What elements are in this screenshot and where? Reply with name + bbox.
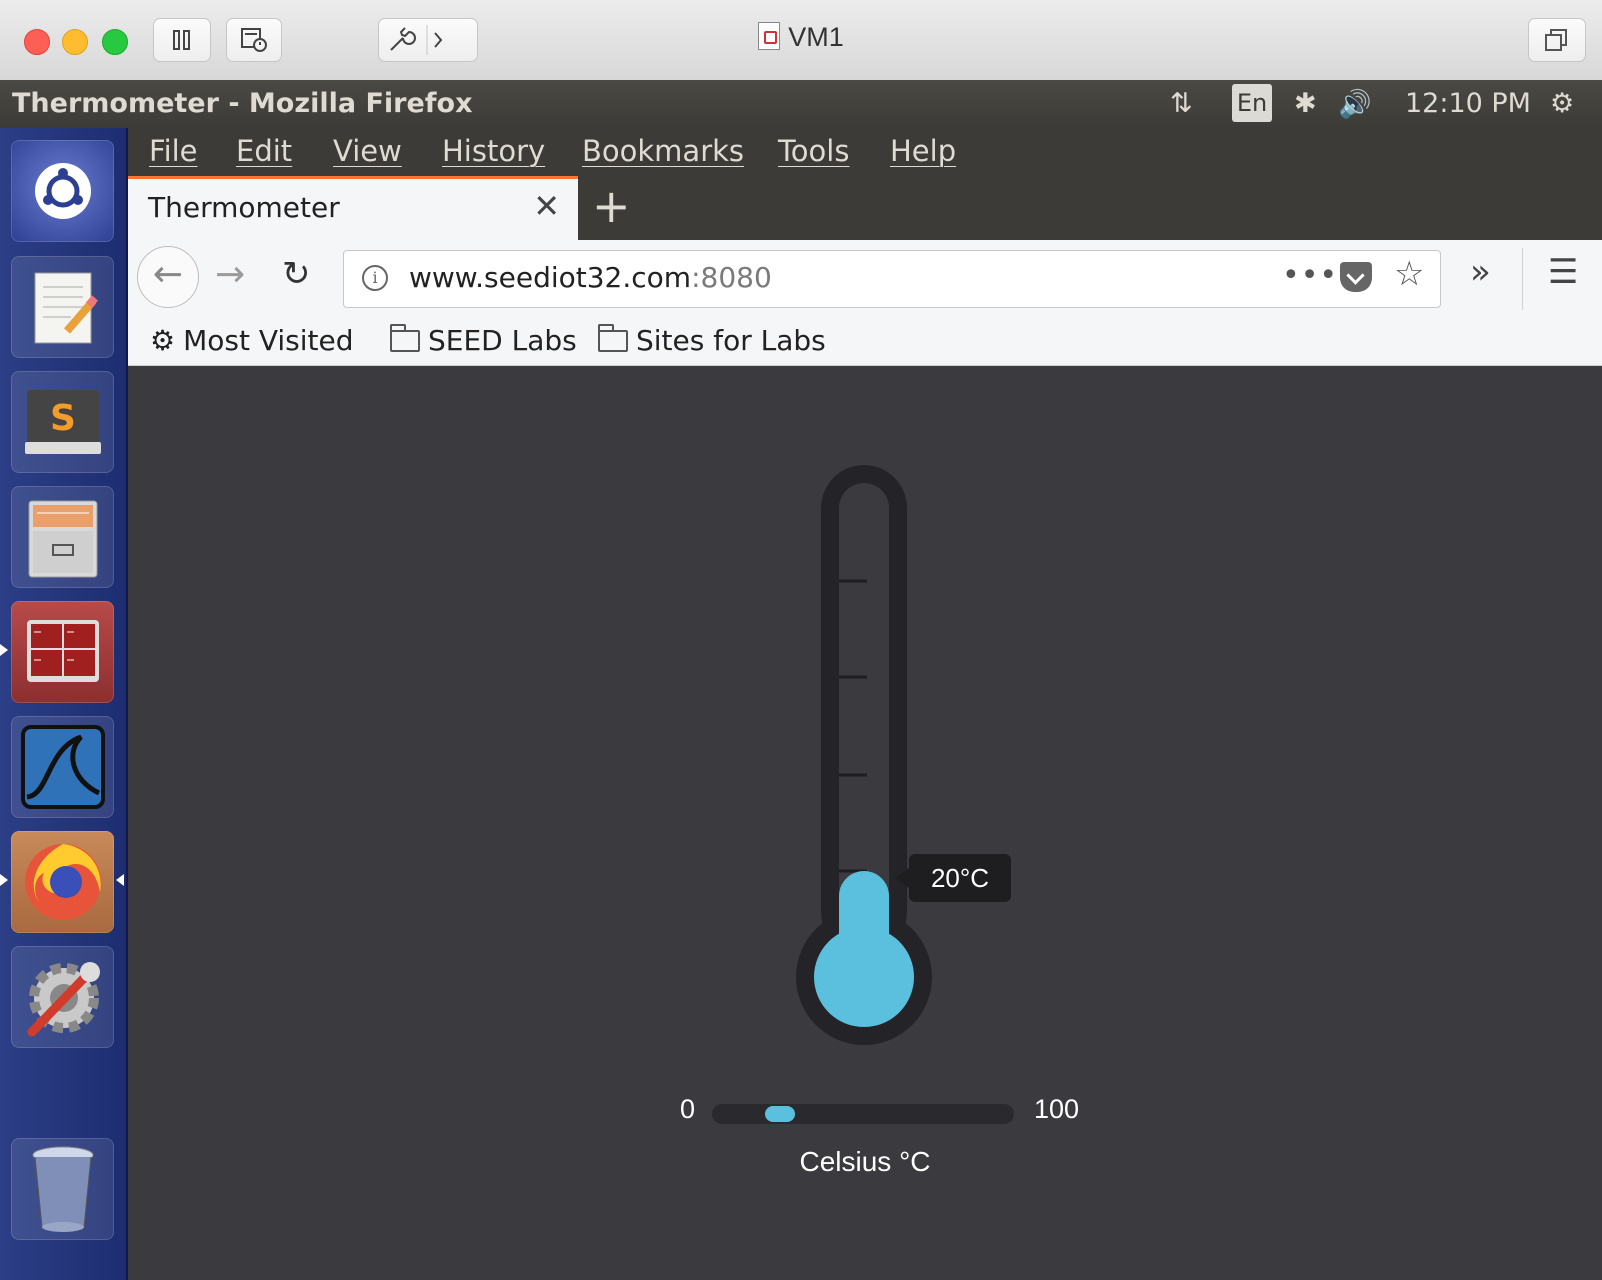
firefox-icon (24, 844, 101, 920)
bookmark-label: Most Visited (183, 324, 354, 357)
text-editor-icon (34, 272, 98, 344)
pocket-icon[interactable] (1340, 262, 1372, 292)
slider-min-label: 0 (680, 1094, 696, 1124)
menu-edit[interactable]: Edit (236, 134, 292, 168)
menu-history[interactable]: History (442, 134, 545, 168)
gear-icon: ⚙ (150, 324, 176, 357)
network-icon[interactable]: ⇅ (1170, 88, 1193, 119)
tab-title: Thermometer (148, 191, 340, 224)
bluetooth-icon[interactable]: ✱ (1294, 88, 1317, 119)
focused-indicator (116, 874, 124, 886)
bookmark-most-visited[interactable]: ⚙ Most Visited (150, 324, 354, 357)
url-text[interactable]: www.seediot32.com:8080 (409, 261, 772, 294)
mercury-bulb (814, 927, 914, 1027)
window-title: Thermometer - Mozilla Firefox (12, 88, 473, 119)
folder-icon (390, 323, 420, 352)
sublime-text-icon: S (24, 390, 101, 454)
menu-view[interactable]: View (333, 134, 402, 168)
temperature-tooltip: 20°C (895, 854, 1011, 902)
running-indicator (0, 644, 8, 656)
menu-tools[interactable]: Tools (778, 134, 849, 168)
reload-button[interactable]: ↻ (282, 254, 311, 294)
launcher-file-manager[interactable] (11, 486, 114, 588)
toolbar-separator (1522, 248, 1523, 310)
trash-icon (32, 1146, 93, 1232)
menu-file[interactable]: File (149, 134, 198, 168)
launcher-wireshark[interactable] (11, 716, 114, 818)
host-window-title: VM1 (0, 22, 1602, 53)
file-cabinet-icon (28, 500, 97, 578)
new-tab-button[interactable]: + (592, 178, 631, 234)
launcher-text-editor[interactable] (11, 256, 114, 358)
launcher-firefox[interactable] (11, 831, 114, 933)
site-info-icon[interactable]: i (362, 265, 388, 291)
host-window-titlebar: VM1 (0, 0, 1602, 81)
bookmark-star-icon[interactable]: ☆ (1394, 254, 1424, 294)
overflow-chevron-icon[interactable]: » (1470, 252, 1491, 292)
ubuntu-logo-icon (34, 163, 91, 219)
forward-button[interactable]: → (215, 254, 245, 295)
fullscreen-button[interactable] (1528, 18, 1586, 62)
page-actions-menu-icon[interactable]: ••• (1282, 258, 1338, 293)
folder-icon (598, 323, 628, 352)
launcher-dash-button[interactable] (11, 140, 114, 242)
slider-max-label: 100 (1034, 1094, 1080, 1124)
power-gear-icon[interactable]: ⚙ (1550, 88, 1574, 119)
hamburger-menu-icon[interactable]: ☰ (1548, 252, 1578, 292)
menu-bookmarks[interactable]: Bookmarks (582, 134, 744, 168)
tab-close-icon[interactable]: ✕ (533, 187, 560, 225)
tab-thermometer[interactable]: Thermometer ✕ (128, 176, 578, 240)
bookmark-label: Sites for Labs (636, 324, 826, 357)
bookmark-seed-labs[interactable]: SEED Labs (390, 323, 577, 357)
url-host: www.seediot32.com (409, 261, 692, 294)
menu-help[interactable]: Help (890, 134, 956, 168)
unity-launcher: S (0, 128, 128, 1280)
keyboard-language-indicator[interactable]: En (1232, 84, 1272, 122)
unit-label: Celsius °C (799, 1146, 931, 1177)
firefox-menubar: File Edit View History Bookmarks Tools H… (128, 128, 1602, 178)
slider-handle[interactable] (764, 1106, 795, 1122)
bookmarks-toolbar: ⚙ Most Visited SEED Labs Sites for Labs (128, 314, 1602, 366)
launcher-terminal-multiplexer[interactable] (11, 601, 114, 703)
temperature-slider[interactable] (712, 1104, 1014, 1124)
svg-text:S: S (50, 398, 76, 439)
url-bar[interactable]: i www.seediot32.com:8080 (343, 250, 1441, 308)
terminator-icon (26, 620, 99, 682)
settings-gear-wrench-icon (27, 962, 100, 1037)
launcher-sublime-text[interactable]: S (11, 371, 114, 473)
launcher-system-settings[interactable] (11, 946, 114, 1048)
running-indicator (0, 874, 8, 886)
clock[interactable]: 12:10 PM (1405, 88, 1531, 119)
ubuntu-top-panel: Thermometer - Mozilla Firefox ⇅ ✱ 🔊 12:1… (0, 80, 1602, 128)
volume-icon[interactable]: 🔊 (1338, 88, 1372, 120)
back-button[interactable]: ← (137, 246, 199, 308)
url-port: :8080 (691, 261, 772, 294)
bookmark-sites-for-labs[interactable]: Sites for Labs (598, 323, 826, 357)
wireshark-fin-icon (20, 725, 105, 809)
bookmark-label: SEED Labs (428, 324, 577, 357)
thermometer-gauge (796, 465, 932, 1045)
vm-document-icon (758, 22, 781, 50)
launcher-trash[interactable] (11, 1138, 114, 1240)
window-restore-icon (1545, 29, 1567, 51)
